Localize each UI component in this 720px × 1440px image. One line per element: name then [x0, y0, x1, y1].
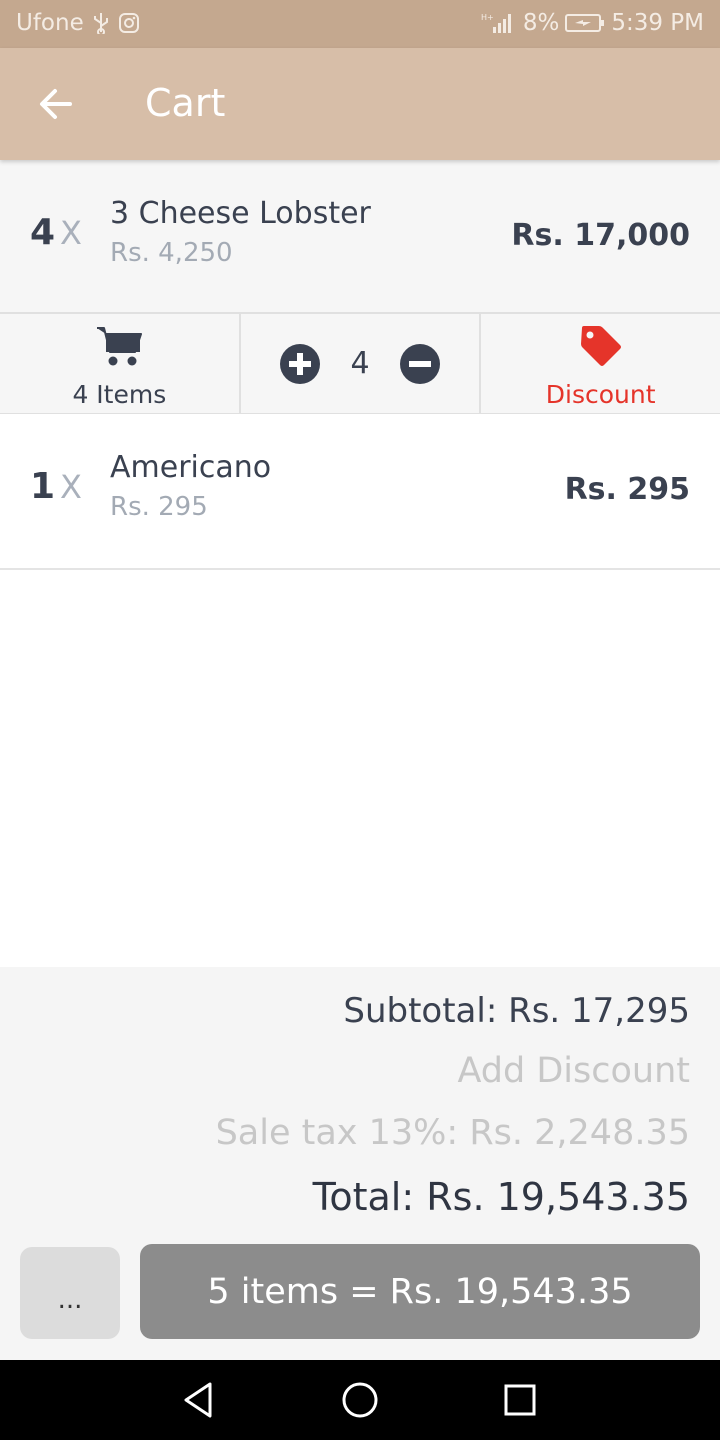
items-count-label: 4 Items [72, 380, 167, 409]
item-unit-price: Rs. 4,250 [110, 238, 233, 268]
checkout-button[interactable]: 5 items = Rs. 19,543.35 [140, 1244, 700, 1339]
total-text: Total: Rs. 19,543.35 [312, 1175, 690, 1219]
home-circle-icon[interactable] [338, 1378, 382, 1422]
tag-icon [580, 326, 621, 366]
battery-percent: 8% [522, 10, 560, 36]
quantity-multiplier: X [60, 214, 82, 252]
item-unit-price: Rs. 295 [110, 492, 208, 522]
app-bar: Cart [0, 48, 720, 160]
minus-circle-icon[interactable] [400, 343, 440, 384]
cart-item-row[interactable]: 4 X 3 Cheese Lobster Rs. 4,250 Rs. 17,00… [0, 160, 720, 312]
items-count-cell[interactable]: 4 Items [0, 314, 241, 413]
back-triangle-icon[interactable] [178, 1378, 222, 1422]
item-quantity: 1 [30, 466, 56, 507]
cart-summary: Subtotal: Rs. 17,295 Add Discount Sale t… [0, 967, 720, 1360]
arrow-left-icon [40, 89, 72, 119]
subtotal-text: Subtotal: Rs. 17,295 [343, 991, 690, 1031]
system-nav-bar [0, 1360, 720, 1440]
quantity-stepper-cell: 4 [241, 314, 482, 413]
clock: 5:39 PM [611, 10, 704, 36]
discount-label: Discount [545, 380, 656, 409]
quantity-multiplier: X [60, 468, 82, 506]
quantity-stepper: 4 [241, 314, 480, 413]
sale-tax-text: Sale tax 13%: Rs. 2,248.35 [215, 1113, 690, 1153]
cart-item-row[interactable]: 1 X Americano Rs. 295 Rs. 295 [0, 414, 720, 570]
stepper-value: 4 [350, 346, 370, 381]
status-right: H+ 8% 5:39 PM [481, 10, 704, 36]
back-button[interactable] [24, 76, 88, 132]
carrier-name: Ufone [16, 10, 84, 36]
status-left: Ufone [16, 10, 140, 36]
recents-square-icon[interactable] [498, 1378, 542, 1422]
item-line-total: Rs. 295 [564, 472, 690, 507]
item-action-bar: 4 Items 4 Discount [0, 312, 720, 415]
item-name: Americano [110, 450, 272, 485]
item-line-total: Rs. 17,000 [511, 218, 690, 253]
item-name: 3 Cheese Lobster [110, 196, 371, 231]
plus-circle-icon[interactable] [280, 343, 320, 384]
signal-icon: H+ [481, 13, 511, 33]
more-options-button[interactable]: ... [20, 1247, 120, 1339]
discount-cell[interactable]: Discount [481, 314, 720, 413]
status-bar: Ufone H+ 8% 5:39 PM [0, 0, 720, 48]
usb-icon [93, 13, 108, 34]
add-discount-link[interactable]: Add Discount [457, 1051, 690, 1091]
item-quantity: 4 [30, 212, 56, 253]
page-title: Cart [145, 81, 226, 125]
instagram-icon [118, 13, 139, 33]
battery-icon [565, 14, 605, 32]
cart-icon [97, 327, 143, 366]
svg-text:H+: H+ [481, 13, 494, 22]
